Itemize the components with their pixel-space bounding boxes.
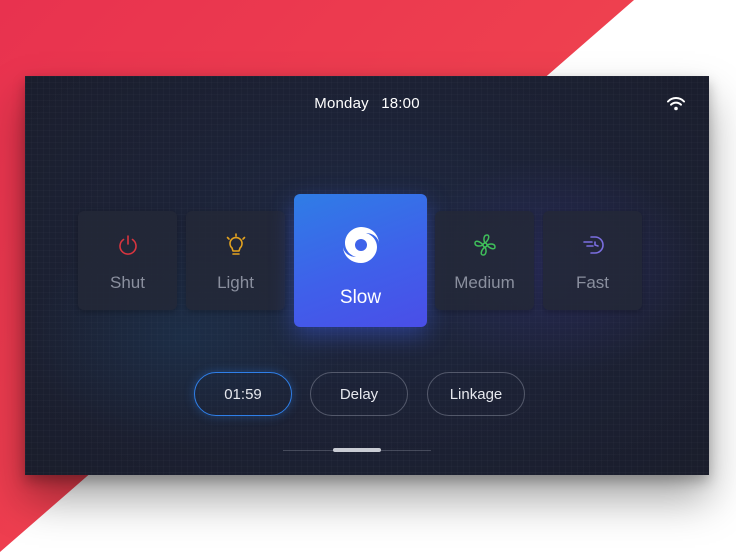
mode-label: Fast	[575, 273, 610, 292]
mode-label: Shut	[110, 273, 145, 292]
delay-button[interactable]: Delay	[310, 372, 408, 416]
mode-card-light[interactable]: Light	[186, 211, 285, 310]
mode-card-medium[interactable]: Medium	[435, 211, 534, 310]
mode-card-slow[interactable]: Slow	[294, 194, 427, 327]
mode-card-shut[interactable]: Shut	[78, 211, 177, 310]
speed-icon	[582, 236, 604, 254]
timer-button[interactable]: 01:59	[194, 372, 292, 416]
power-icon	[118, 235, 137, 255]
control-panel-screen: Monday 18:00 Shut Light Slow Medium Fast…	[25, 76, 709, 475]
wifi-icon	[667, 97, 685, 111]
mode-card-fast[interactable]: Fast	[543, 211, 642, 310]
status-bar: Monday 18:00	[25, 95, 709, 112]
cyclone-icon	[342, 227, 379, 263]
fan-icon	[473, 234, 496, 256]
lightbulb-icon	[226, 233, 245, 255]
mode-label: Light	[217, 273, 254, 292]
mode-label: Slow	[339, 287, 382, 308]
mode-label: Medium	[454, 273, 515, 292]
time-label: 18:00	[381, 95, 420, 112]
linkage-button[interactable]: Linkage	[427, 372, 525, 416]
page-indicator-thumb[interactable]	[333, 448, 381, 452]
day-label: Monday	[314, 95, 369, 112]
